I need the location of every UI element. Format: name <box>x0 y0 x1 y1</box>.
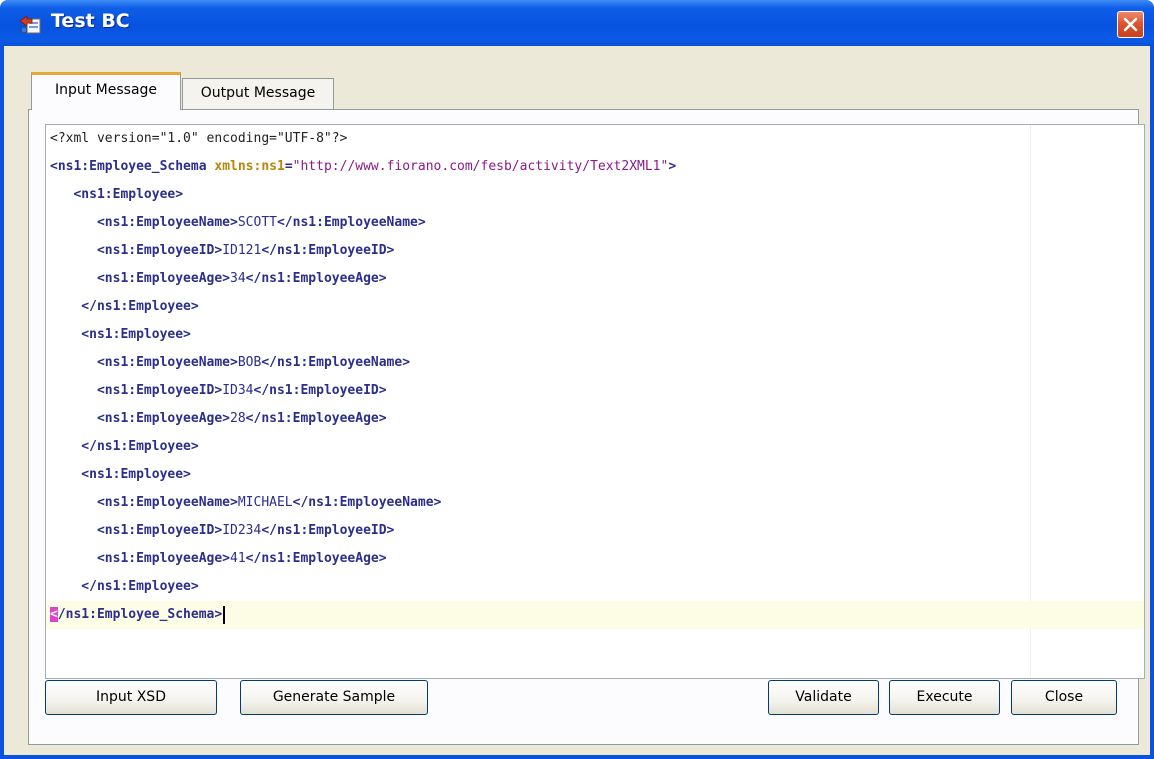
code-token: </ns1:EmployeeName> <box>292 495 442 510</box>
code-line[interactable]: </ns1:Employee> <box>46 293 1144 321</box>
code-line[interactable]: </ns1:Employee> <box>46 573 1144 601</box>
code-token: > <box>668 159 677 174</box>
text-caret <box>223 605 226 624</box>
code-line[interactable]: <ns1:Employee> <box>46 461 1144 489</box>
code-token: ID34 <box>222 383 254 398</box>
code-token: </ns1:EmployeeName> <box>276 215 426 230</box>
execute-button[interactable]: Execute <box>889 680 1000 715</box>
tab-strip: Input Message Output Message <box>4 46 1150 110</box>
tab-panel: <?xml version="1.0" encoding="UTF-8"?> <n… <box>28 109 1145 745</box>
validate-button[interactable]: Validate <box>768 680 879 715</box>
code-token: ID234 <box>222 523 262 538</box>
code-token: <ns1:Employee> <box>50 187 184 202</box>
code-token: <ns1:Employee> <box>50 327 191 342</box>
code-line[interactable]: </ns1:Employee_Schema> <box>46 601 1144 629</box>
code-line[interactable]: <ns1:EmployeeName>BOB</ns1:EmployeeName> <box>46 349 1144 377</box>
code-token: </ns1:Employee> <box>50 439 199 454</box>
code-line[interactable]: <ns1:Employee> <box>46 321 1144 349</box>
code-token: = <box>284 159 293 174</box>
code-line[interactable]: <ns1:EmployeeID>ID234</ns1:EmployeeID> <box>46 517 1144 545</box>
code-token: BOB <box>237 355 262 370</box>
code-token: 28 <box>230 411 246 426</box>
code-token: MICHAEL <box>237 495 293 510</box>
tab-input-message[interactable]: Input Message <box>31 72 181 110</box>
code-token: 34 <box>230 271 246 286</box>
dialog-client-area: Input Message Output Message <?xml versi… <box>4 46 1150 755</box>
code-line[interactable]: <ns1:EmployeeAge>34</ns1:EmployeeAge> <box>46 265 1144 293</box>
xml-code: <?xml version="1.0" encoding="UTF-8"?> <n… <box>46 125 1144 629</box>
code-token: </ns1:EmployeeAge> <box>245 271 387 286</box>
code-token: xmlns:ns1 <box>214 159 285 174</box>
code-token: <ns1:EmployeeName> <box>50 215 238 230</box>
code-token: "http://www.fiorano.com/fesb/activity/Te… <box>292 159 669 174</box>
code-token: </ns1:EmployeeID> <box>261 243 395 258</box>
code-token: <ns1:EmployeeName> <box>50 495 238 510</box>
code-token: <ns1:EmployeeAge> <box>50 271 231 286</box>
code-token: </ns1:Employee> <box>50 579 199 594</box>
window-title: Test BC <box>51 10 130 32</box>
code-token: ID121 <box>222 243 262 258</box>
code-line[interactable]: <ns1:EmployeeAge>41</ns1:EmployeeAge> <box>46 545 1144 573</box>
test-bc-dialog: Test BC Input Message Output Message <?x… <box>0 0 1154 759</box>
code-token: </ns1:EmployeeID> <box>261 523 395 538</box>
code-line[interactable]: <ns1:EmployeeAge>28</ns1:EmployeeAge> <box>46 405 1144 433</box>
button-bar: Input XSD Generate Sample Validate Execu… <box>29 680 1129 730</box>
code-token: </ns1:EmployeeAge> <box>245 411 387 426</box>
code-token: <ns1:EmployeeID> <box>50 243 223 258</box>
code-line[interactable]: <ns1:Employee> <box>46 181 1144 209</box>
code-line[interactable]: <ns1:EmployeeName>MICHAEL</ns1:EmployeeN… <box>46 489 1144 517</box>
code-token: SCOTT <box>237 215 277 230</box>
code-token: <ns1:EmployeeAge> <box>50 411 231 426</box>
code-token: </ns1:Employee> <box>50 299 199 314</box>
code-line[interactable]: </ns1:Employee> <box>46 433 1144 461</box>
code-token: <ns1:Employee> <box>50 467 191 482</box>
code-line[interactable]: <?xml version="1.0" encoding="UTF-8"?> <box>46 125 1144 153</box>
code-token: <ns1:EmployeeID> <box>50 523 223 538</box>
code-token: <ns1:EmployeeAge> <box>50 551 231 566</box>
code-line[interactable]: <ns1:EmployeeID>ID121</ns1:EmployeeID> <box>46 237 1144 265</box>
close-window-button[interactable] <box>1117 11 1144 38</box>
test-bc-icon <box>18 13 42 35</box>
code-token: </ns1:EmployeeName> <box>261 355 411 370</box>
code-token: < <box>50 607 58 622</box>
code-token: /ns1:Employee_Schema> <box>57 607 223 622</box>
input-xsd-button[interactable]: Input XSD <box>45 680 217 715</box>
code-line[interactable]: <ns1:EmployeeID>ID34</ns1:EmployeeID> <box>46 377 1144 405</box>
code-line[interactable]: <ns1:EmployeeName>SCOTT</ns1:EmployeeNam… <box>46 209 1144 237</box>
code-line[interactable]: <ns1:Employee_Schema xmlns:ns1="http://w… <box>46 153 1144 181</box>
title-bar[interactable]: Test BC <box>0 0 1154 46</box>
tab-output-message[interactable]: Output Message <box>182 78 334 110</box>
code-token: 41 <box>230 551 246 566</box>
xml-editor[interactable]: <?xml version="1.0" encoding="UTF-8"?> <n… <box>45 124 1145 679</box>
code-token: </ns1:EmployeeID> <box>253 383 387 398</box>
close-button[interactable]: Close <box>1011 680 1117 715</box>
code-token: <ns1:EmployeeName> <box>50 355 238 370</box>
code-token: </ns1:EmployeeAge> <box>245 551 387 566</box>
generate-sample-button[interactable]: Generate Sample <box>240 680 428 715</box>
code-token: <ns1:EmployeeID> <box>50 383 223 398</box>
close-icon <box>1123 17 1138 32</box>
code-token: <?xml version="1.0" encoding="UTF-8"?> <box>50 131 348 146</box>
code-token: <ns1:Employee_Schema <box>50 159 215 174</box>
